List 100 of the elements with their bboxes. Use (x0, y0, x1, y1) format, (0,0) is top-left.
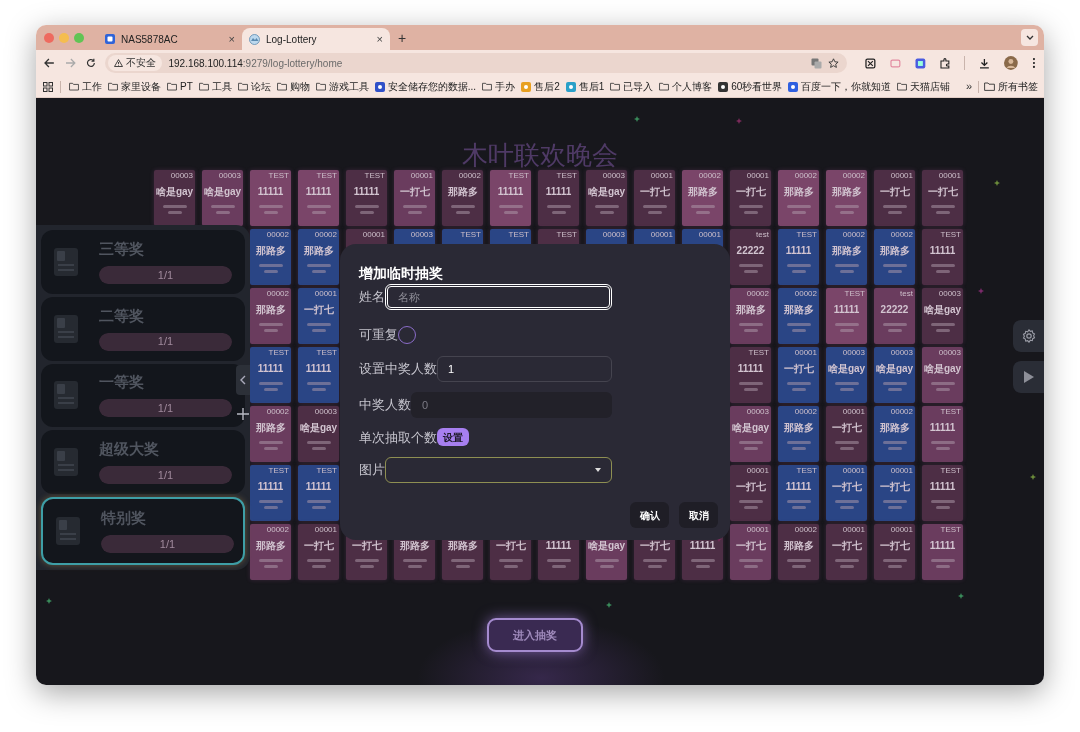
lottery-card[interactable]: 00001 一打七 (730, 465, 771, 521)
lottery-card[interactable]: 00002 那路多 (250, 229, 291, 285)
lottery-card[interactable]: TEST 11111 (778, 465, 819, 521)
apps-icon[interactable] (43, 81, 53, 92)
settings-button[interactable] (1013, 320, 1044, 352)
new-tab-button[interactable]: + (398, 30, 407, 45)
bookmark-item[interactable]: 游戏工具 (315, 79, 369, 94)
prize-card[interactable]: 一等奖 1/1 (41, 363, 245, 428)
lottery-card[interactable]: 00003 啥是gay (154, 170, 195, 226)
avatar-icon[interactable] (1004, 56, 1018, 70)
menu-icon[interactable] (1032, 57, 1036, 69)
select-field[interactable] (385, 457, 612, 483)
translate-icon[interactable] (811, 57, 823, 69)
browser-tab[interactable]: NAS5878AC × (98, 28, 242, 50)
prize-card[interactable]: 特别奖 1/1 (41, 497, 245, 565)
lottery-card[interactable]: 00003 啥是gay (922, 347, 963, 403)
lottery-card[interactable]: 00001 一打七 (298, 288, 339, 344)
lottery-card[interactable]: TEST 11111 (922, 229, 963, 285)
extension-icon[interactable] (865, 57, 876, 69)
bookmark-star-icon[interactable] (828, 57, 840, 69)
more-bookmarks-button[interactable]: » (965, 78, 972, 95)
lottery-card[interactable]: 00002 那路多 (730, 288, 771, 344)
tab-list-button[interactable] (1021, 29, 1038, 46)
prize-card[interactable]: 二等奖 1/1 (41, 296, 245, 361)
reload-icon[interactable] (85, 58, 96, 68)
dialog-button[interactable]: 取消 (679, 502, 718, 528)
bookmark-item[interactable]: 个人博客 (659, 79, 713, 94)
bookmark-item[interactable]: 购物 (276, 79, 310, 94)
lottery-card[interactable]: TEST 11111 (826, 288, 867, 344)
bookmark-item[interactable]: 售后1 (565, 79, 605, 94)
lottery-card[interactable]: 00001 一打七 (874, 465, 915, 521)
lottery-card[interactable]: TEST 11111 (250, 170, 291, 226)
lottery-card[interactable]: 00001 一打七 (874, 170, 915, 226)
lottery-card[interactable]: 00001 一打七 (826, 465, 867, 521)
lottery-card[interactable]: 00001 一打七 (874, 524, 915, 580)
dialog-button[interactable]: 确认 (630, 502, 669, 528)
lottery-card[interactable]: TEST 11111 (922, 465, 963, 521)
bookmark-item[interactable]: 安全储存您的数据... (374, 79, 477, 94)
lottery-card[interactable]: TEST 11111 (490, 170, 531, 226)
lottery-card[interactable]: 00001 一打七 (778, 347, 819, 403)
prize-card[interactable]: 三等奖 1/1 (41, 230, 245, 294)
lottery-card[interactable]: 00001 一打七 (826, 406, 867, 462)
lottery-card[interactable]: TEST 11111 (250, 465, 291, 521)
lottery-card[interactable]: TEST 11111 (922, 406, 963, 462)
lottery-card[interactable]: 00003 啥是gay (922, 288, 963, 344)
close-tab-button[interactable]: × (376, 30, 383, 48)
lottery-card[interactable]: 00001 一打七 (394, 170, 435, 226)
lottery-card[interactable]: 00001 一打七 (298, 524, 339, 580)
address-bar[interactable]: 不安全 192.168.100.114:9279/log-lottery/home (105, 53, 848, 73)
bookmark-item[interactable]: 工作 (69, 79, 102, 94)
lottery-card[interactable]: 00002 那路多 (442, 170, 483, 226)
bookmark-item[interactable]: 已导入 (610, 79, 654, 94)
lottery-card[interactable]: 00003 啥是gay (298, 406, 339, 462)
download-icon[interactable] (979, 57, 991, 69)
lottery-card[interactable]: 00003 啥是gay (826, 347, 867, 403)
lottery-card[interactable]: 00001 一打七 (922, 170, 963, 226)
bookmark-item[interactable]: 60秒看世界 (718, 79, 783, 94)
lottery-card[interactable]: 00002 那路多 (682, 170, 723, 226)
bookmark-item[interactable]: 百度一下，你就知道 (788, 79, 892, 94)
lottery-card[interactable]: 00002 那路多 (826, 229, 867, 285)
lottery-card[interactable]: TEST 11111 (298, 347, 339, 403)
bookmark-item[interactable]: PT (167, 79, 193, 94)
lottery-card[interactable]: 00002 那路多 (250, 524, 291, 580)
browser-tab[interactable]: Log-Lottery × (242, 28, 390, 50)
prize-card[interactable]: 超级大奖 1/1 (41, 430, 245, 495)
lottery-card[interactable]: 00002 那路多 (778, 170, 819, 226)
lottery-card[interactable]: 00002 那路多 (298, 229, 339, 285)
back-icon[interactable] (44, 58, 55, 68)
enter-lottery-button[interactable]: 进入抽奖 (487, 618, 583, 652)
lottery-card[interactable]: 00002 那路多 (874, 229, 915, 285)
lottery-card[interactable]: 00001 一打七 (634, 170, 675, 226)
bookmark-item[interactable]: 售后2 (521, 79, 560, 94)
bookmark-item[interactable]: 工具 (198, 79, 232, 94)
bookmark-item[interactable]: 手办 (482, 79, 516, 94)
puzzle-icon[interactable] (939, 57, 951, 69)
lottery-card[interactable]: 00001 一打七 (826, 524, 867, 580)
bookmark-item[interactable]: 天猫店铺 (897, 79, 951, 94)
set-button[interactable]: 设置 (437, 428, 469, 447)
lottery-card[interactable]: 00002 那路多 (250, 288, 291, 344)
lottery-card[interactable]: 00002 那路多 (250, 406, 291, 462)
lottery-card[interactable]: test 22222 (874, 288, 915, 344)
bookmark-item[interactable]: 家里设备 (108, 79, 161, 94)
lottery-card[interactable]: TEST 11111 (346, 170, 387, 226)
lottery-card[interactable]: 00003 啥是gay (202, 170, 243, 226)
input-field[interactable]: 1 (437, 355, 612, 382)
lottery-card[interactable]: 00002 那路多 (778, 406, 819, 462)
lottery-card[interactable]: TEST 11111 (250, 347, 291, 403)
lottery-card[interactable]: 00001 一打七 (730, 170, 771, 226)
lottery-card[interactable]: 00002 那路多 (778, 524, 819, 580)
lottery-card[interactable]: 00002 那路多 (874, 406, 915, 462)
lottery-card[interactable]: test 22222 (730, 229, 771, 285)
bookmark-item[interactable]: 论坛 (237, 79, 271, 94)
collapse-button[interactable] (236, 365, 250, 395)
close-tab-button[interactable]: × (228, 30, 235, 48)
lottery-card[interactable]: 00001 一打七 (730, 524, 771, 580)
lottery-card[interactable]: 00003 啥是gay (730, 406, 771, 462)
lottery-card[interactable]: 00002 那路多 (778, 288, 819, 344)
lottery-card[interactable]: TEST 11111 (778, 229, 819, 285)
lottery-card[interactable]: TEST 11111 (298, 465, 339, 521)
lottery-card[interactable]: TEST 11111 (298, 170, 339, 226)
